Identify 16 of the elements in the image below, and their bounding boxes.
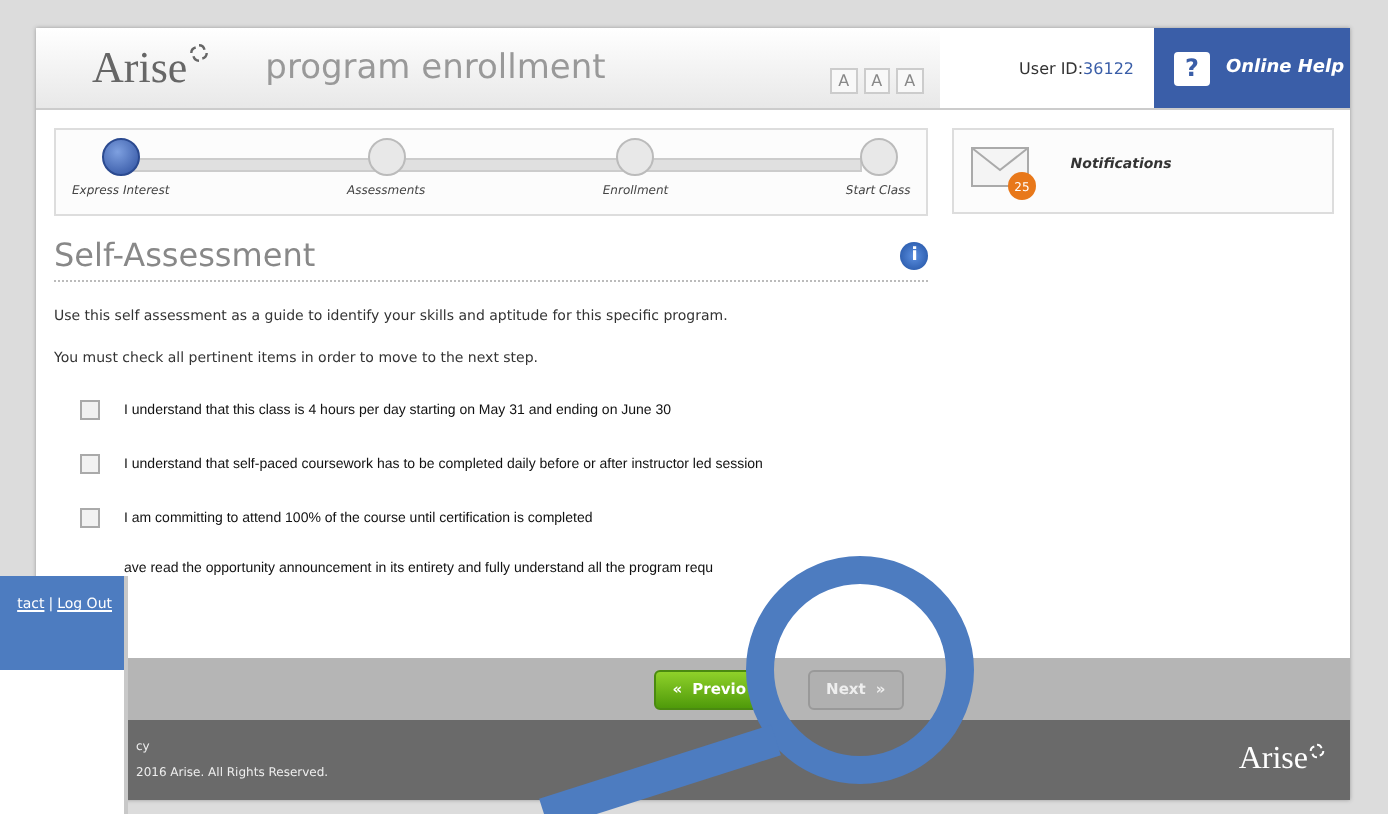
- online-help-link[interactable]: ? Online Help: [1154, 28, 1350, 108]
- footer-logo-text: Arise: [1238, 742, 1308, 778]
- logo-text: Arise: [92, 42, 188, 94]
- info-icon[interactable]: i: [900, 241, 929, 269]
- section-title: Self-Assessment: [54, 236, 316, 274]
- checkbox[interactable]: [80, 454, 100, 474]
- font-size-button[interactable]: A: [830, 67, 858, 93]
- checkbox[interactable]: [80, 508, 100, 528]
- user-id-label: User ID:: [1019, 59, 1084, 77]
- font-size-button[interactable]: A: [863, 67, 891, 93]
- page-title: program enrollment: [265, 48, 608, 88]
- user-id: 36122: [1083, 59, 1134, 77]
- swirl-icon: [187, 42, 210, 64]
- swirl-icon: [1308, 742, 1326, 760]
- font-size-button[interactable]: A: [896, 67, 924, 93]
- checkbox[interactable]: [80, 400, 100, 420]
